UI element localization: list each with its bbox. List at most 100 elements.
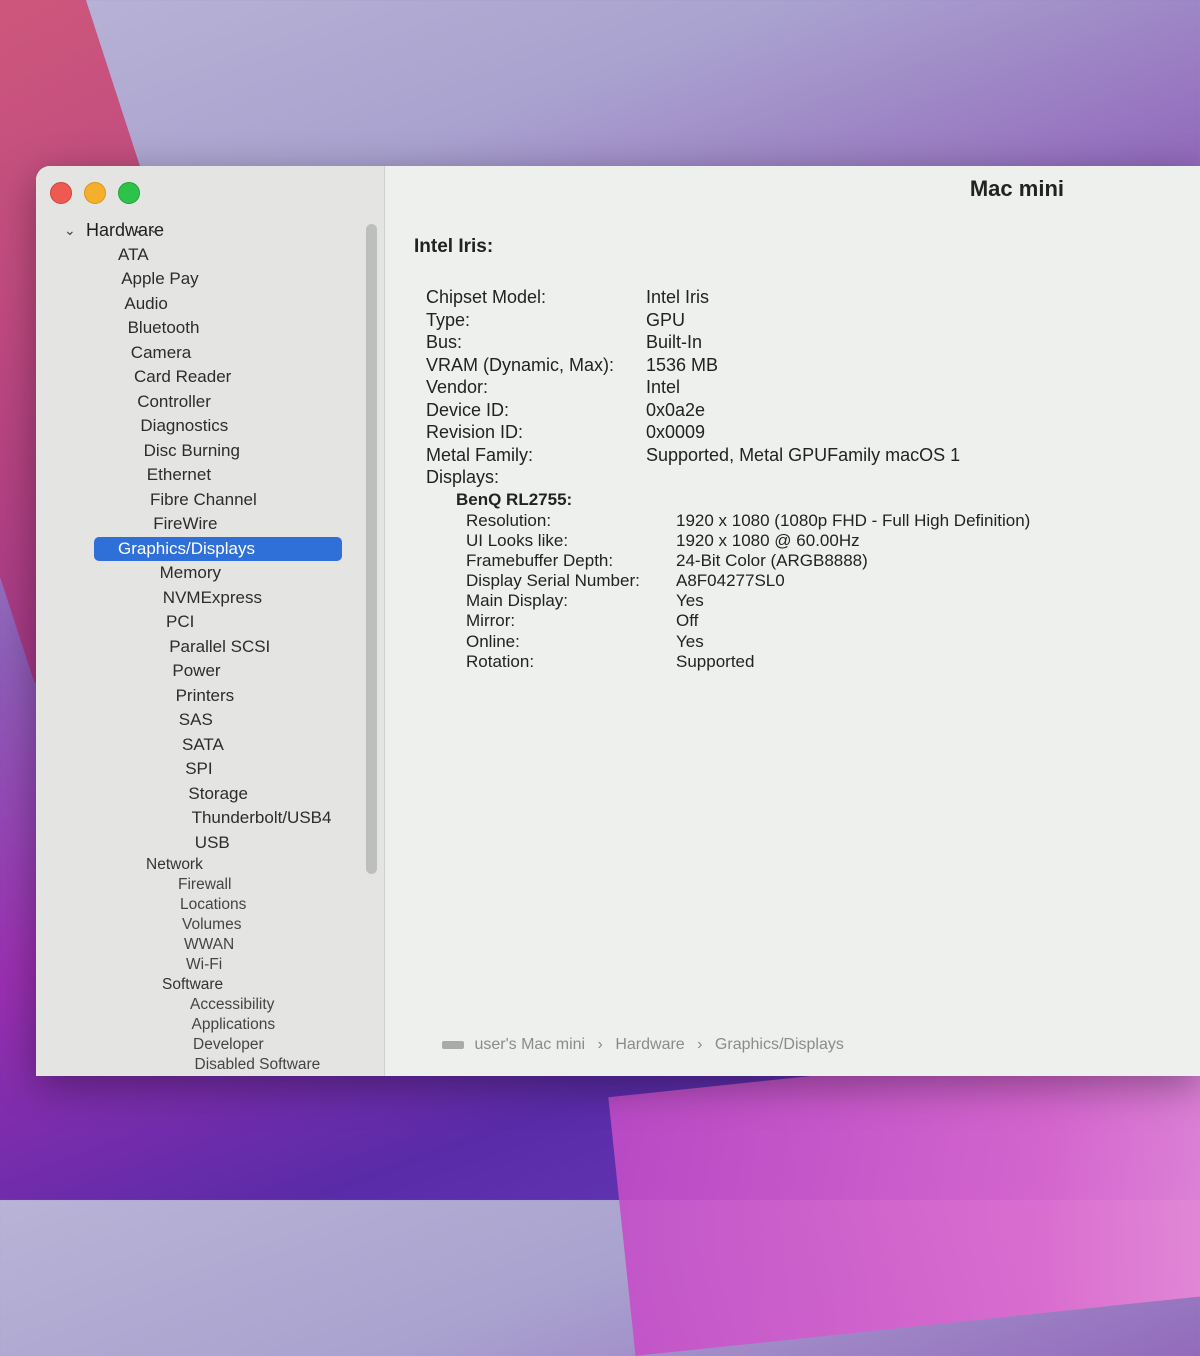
sidebar-item-camera[interactable]: Camera <box>36 341 366 366</box>
sidebar-item-printers[interactable]: Printers <box>36 684 366 709</box>
property-key: Online: <box>466 631 520 651</box>
sidebar-item-applications[interactable]: Applications <box>36 1015 366 1035</box>
sidebar-item-apple-pay[interactable]: Apple Pay <box>36 267 366 292</box>
detail-pane: Mac mini Intel Iris: Chipset Model: Intel… <box>384 166 1200 1076</box>
sidebar-item-pci[interactable]: PCI <box>36 610 366 635</box>
property-value: Intel Iris <box>646 287 710 307</box>
sidebar-section-hardware[interactable]: ⌄ Hardware <box>36 218 366 243</box>
property-row: Type: GPU <box>426 309 1030 332</box>
sidebar-item-volumes[interactable]: Volumes <box>36 915 366 935</box>
breadcrumb-separator: › <box>597 1036 603 1053</box>
sidebar-item-controller[interactable]: Controller <box>36 390 366 415</box>
property-row: Displays: <box>426 466 1030 489</box>
display-name: BenQ RL2755: <box>456 489 573 509</box>
sidebar-item-locations[interactable]: Locations <box>36 895 366 915</box>
property-value: 1920 x 1080 (1080p FHD - Full High Defin… <box>676 510 1031 530</box>
sidebar-section-label: Network <box>146 856 203 873</box>
property-key: Resolution: <box>466 510 552 530</box>
property-value: Intel <box>646 377 681 397</box>
property-key: VRAM (Dynamic, Max): <box>426 354 615 375</box>
close-button[interactable] <box>50 182 72 204</box>
sidebar-item-disabled-software[interactable]: Disabled Software <box>36 1055 366 1075</box>
property-value: Supported, Metal GPUFamily macOS 1 <box>646 444 961 465</box>
sidebar-section-network[interactable]: ⌄ Network <box>36 220 366 875</box>
sidebar-item-ethernet[interactable]: Ethernet <box>36 463 366 488</box>
sidebar-item-ata[interactable]: ATA <box>36 243 366 268</box>
property-key: Displays: <box>426 467 500 487</box>
property-key: Mirror: <box>466 611 516 631</box>
breadcrumb-item[interactable]: Graphics/Displays <box>715 1036 844 1053</box>
section-title: Intel Iris: <box>414 236 494 257</box>
sidebar-item-usb[interactable]: USB <box>36 831 366 856</box>
window-controls <box>50 182 140 204</box>
sidebar-item-sas[interactable]: SAS <box>36 708 366 733</box>
software-items: Accessibility Applications Developer Disabl… <box>36 995 366 1076</box>
property-key: Revision ID: <box>426 422 524 442</box>
property-key: Chipset Model: <box>426 287 547 307</box>
minimize-button[interactable] <box>84 182 106 204</box>
sidebar-item-audio[interactable]: Audio <box>36 292 366 317</box>
property-key: Vendor: <box>426 377 489 397</box>
sidebar-item-extensions[interactable]: Extensions <box>36 1075 366 1076</box>
property-row: Chipset Model: Intel Iris <box>426 286 1030 309</box>
property-row: Resolution: 1920 x 1080 (1080p FHD - Full… <box>466 511 1030 531</box>
breadcrumb-section[interactable]: Hardware <box>615 1036 684 1053</box>
sidebar-item-parallel-scsi[interactable]: Parallel SCSI <box>36 635 366 660</box>
sidebar-item-diagnostics[interactable]: Diagnostics <box>36 414 366 439</box>
property-row: Vendor: Intel <box>426 376 1030 399</box>
property-value: A8F04277SL0 <box>676 571 785 591</box>
zoom-button[interactable] <box>118 182 140 204</box>
property-value: 24-Bit Color (ARGB8888) <box>676 550 868 570</box>
sidebar-item-fibre-channel[interactable]: Fibre Channel <box>36 488 366 513</box>
property-key: Framebuffer Depth: <box>466 550 614 570</box>
display-properties: Resolution: 1920 x 1080 (1080p FHD - Full… <box>426 511 1030 673</box>
sidebar-item-nvmexpress[interactable]: NVMExpress <box>36 586 366 611</box>
property-row: Device ID: 0x0a2e <box>426 399 1030 422</box>
property-value: 0x0009 <box>646 422 706 442</box>
chevron-down-icon[interactable]: ⌄ <box>132 218 144 238</box>
sidebar-item-memory[interactable]: Memory <box>36 561 366 586</box>
chevron-down-icon[interactable]: ⌄ <box>148 218 160 238</box>
sidebar-item-thunderbolt-usb4[interactable]: Thunderbolt/USB4 <box>36 806 366 831</box>
sidebar-item-spi[interactable]: SPI <box>36 757 366 782</box>
property-value: Yes <box>676 631 704 651</box>
breadcrumb-computer[interactable]: user's Mac mini <box>474 1036 585 1053</box>
sidebar-item-bluetooth[interactable]: Bluetooth <box>36 316 366 341</box>
property-value: Built-In <box>646 332 703 352</box>
computer-icon <box>442 1040 464 1049</box>
sidebar-item-graphics-displays[interactable]: Graphics/Displays <box>94 536 342 561</box>
sidebar-item-sata[interactable]: SATA <box>36 733 366 758</box>
property-key: Rotation: <box>466 651 535 671</box>
sidebar-item-disc-burning[interactable]: Disc Burning <box>36 439 366 464</box>
property-row: UI Looks like: 1920 x 1080 @ 60.00Hz <box>466 531 1030 551</box>
property-key: Display Serial Number: <box>466 571 640 591</box>
sidebar-section-software[interactable]: ⌄ Software <box>36 220 366 995</box>
sidebar-item-storage[interactable]: Storage <box>36 782 366 807</box>
property-key: UI Looks like: <box>466 530 569 550</box>
network-items: Firewall Locations Volumes WWAN Wi-Fi <box>36 875 366 975</box>
sidebar-item-firewall[interactable]: Firewall <box>36 875 366 895</box>
property-value: Off <box>676 611 699 631</box>
window-title: Mac mini <box>969 176 1064 201</box>
property-row: Online: Yes <box>466 632 1030 652</box>
chevron-down-icon[interactable]: ⌄ <box>64 218 76 243</box>
sidebar-item-power[interactable]: Power <box>36 659 366 684</box>
property-value: 1920 x 1080 @ 60.00Hz <box>676 530 860 550</box>
sidebar-scrollbar[interactable] <box>366 224 377 874</box>
property-value: GPU <box>646 309 686 330</box>
sidebar-item-firewire[interactable]: FireWire <box>36 512 366 537</box>
property-row: Framebuffer Depth: 24-Bit Color (ARGB8888… <box>466 551 1030 571</box>
breadcrumb-separator: › <box>697 1036 703 1053</box>
sidebar: ⌄ Hardware ATA Apple Pay Audio Bluetooth Cam… <box>36 166 385 1076</box>
property-row: Mirror: Off <box>466 611 1030 631</box>
sidebar-item-accessibility[interactable]: Accessibility <box>36 995 366 1015</box>
property-row: Bus: Built-In <box>426 331 1030 354</box>
sidebar-item-developer[interactable]: Developer <box>36 1035 366 1055</box>
property-row: Rotation: Supported <box>466 652 1030 672</box>
sidebar-item-wwan[interactable]: WWAN <box>36 935 366 955</box>
property-value: Yes <box>676 591 704 611</box>
system-information-window: ⌄ Hardware ATA Apple Pay Audio Bluetooth Cam… <box>36 166 1200 1076</box>
sidebar-item-wi-fi[interactable]: Wi-Fi <box>36 955 366 975</box>
sidebar-item-card-reader[interactable]: Card Reader <box>36 365 366 390</box>
property-row: Revision ID: 0x0009 <box>426 421 1030 444</box>
